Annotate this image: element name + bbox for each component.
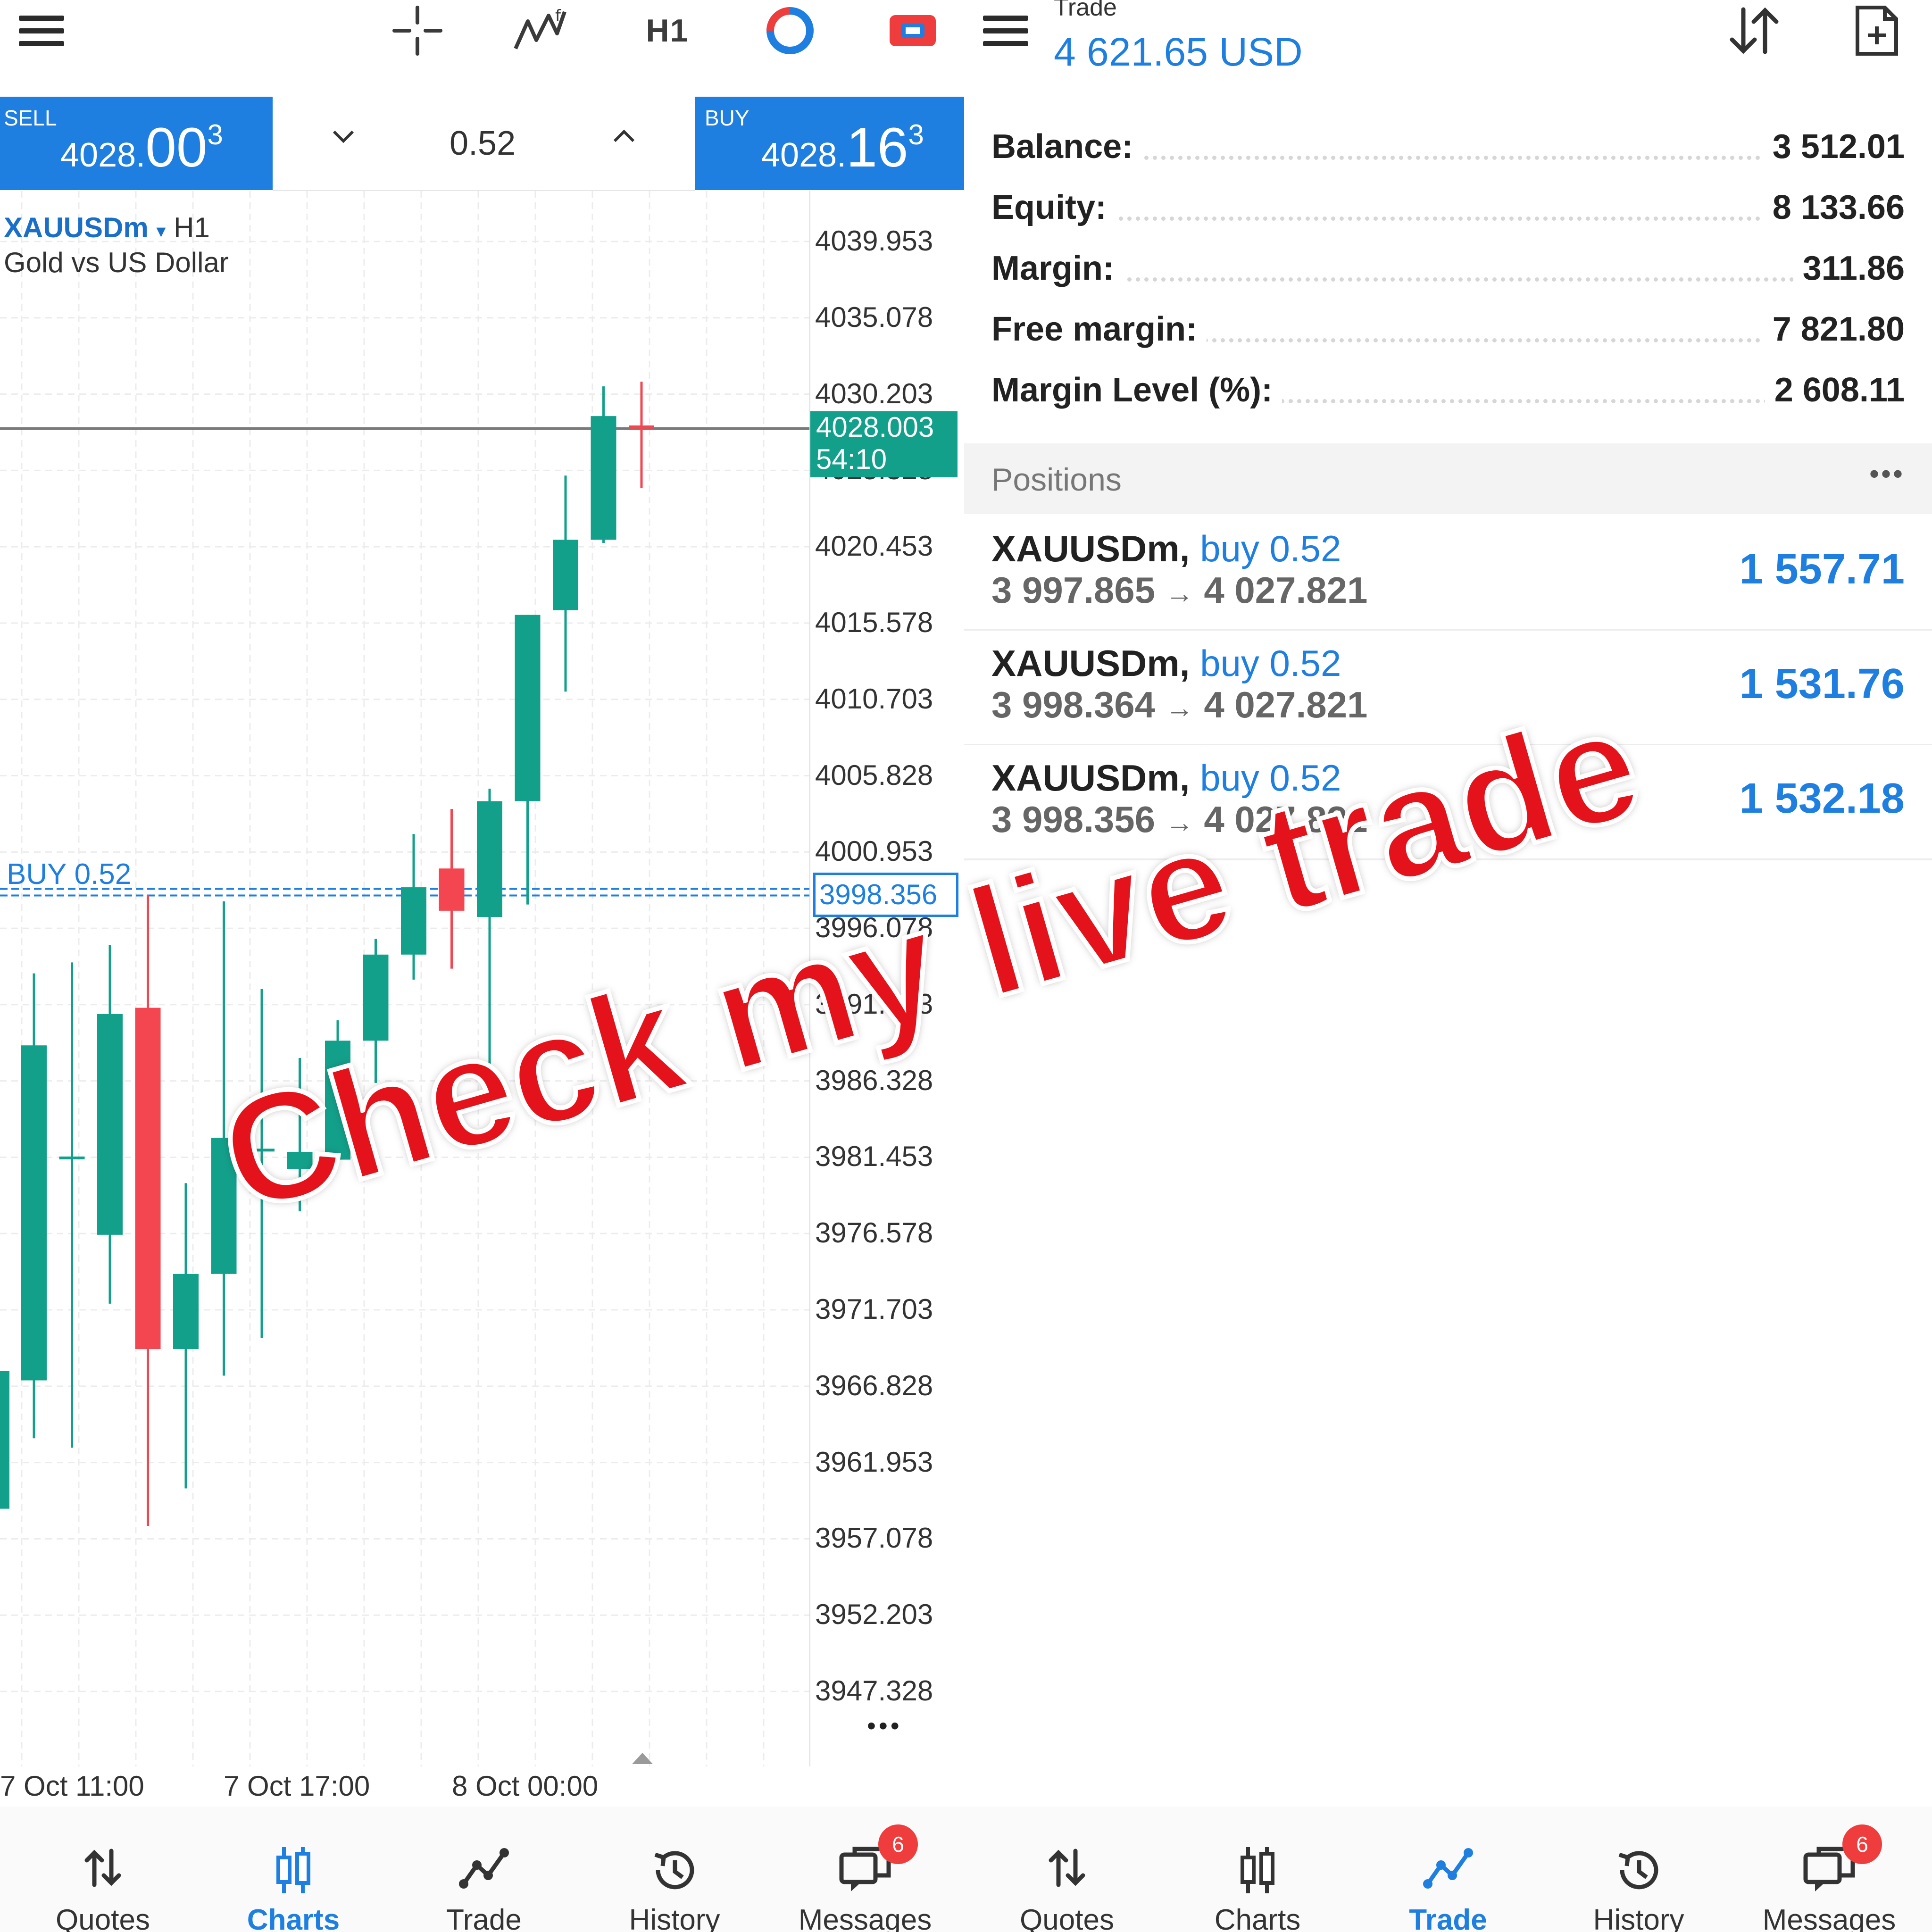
- price-axis-label: 3957.078: [815, 1522, 933, 1554]
- time-label: 8 Oct 00:00: [452, 1770, 599, 1802]
- account-margin-level: Margin Level (%): 2 608.11: [991, 371, 1905, 409]
- account-balance: Balance: 3 512.01: [991, 127, 1905, 166]
- current-price: 4028.003: [816, 411, 934, 443]
- price-axis-label: 4039.953: [815, 225, 933, 257]
- bullish-candle: [477, 801, 502, 917]
- svg-text:f: f: [555, 7, 561, 25]
- symbol-name: XAUUSDm: [4, 212, 149, 243]
- indicators-icon[interactable]: f: [509, 7, 571, 52]
- bearish-candle: [135, 1008, 161, 1349]
- nav-trade[interactable]: Trade: [413, 1807, 555, 1932]
- volume-decrease-icon[interactable]: [329, 122, 358, 153]
- new-order-icon[interactable]: [882, 9, 943, 52]
- bullish-candle: [515, 615, 541, 801]
- nav-quotes[interactable]: Quotes: [996, 1807, 1138, 1932]
- nav-charts[interactable]: Charts: [223, 1807, 364, 1932]
- price-axis-label: 4010.703: [815, 683, 933, 715]
- bullish-candle: [591, 416, 616, 540]
- buy-button[interactable]: BUY 4028.163: [695, 97, 964, 190]
- bearish-candle: [629, 425, 654, 429]
- sort-icon[interactable]: [1724, 5, 1785, 59]
- price-axis-label: 3971.703: [815, 1293, 933, 1325]
- chart-colors-icon[interactable]: [759, 7, 821, 54]
- new-order-icon[interactable]: [1851, 4, 1903, 60]
- bullish-candle: [21, 1045, 47, 1381]
- menu-icon[interactable]: [19, 9, 64, 52]
- volume-value[interactable]: 0.52: [450, 124, 516, 163]
- nav-messages[interactable]: 6 Messages: [1758, 1807, 1900, 1932]
- nav-charts[interactable]: Charts: [1187, 1807, 1328, 1932]
- bullish-candle: [173, 1274, 199, 1349]
- price-axis-label: 3966.828: [815, 1369, 933, 1401]
- trade-icon: [1377, 1844, 1519, 1896]
- positions-more-icon[interactable]: •••: [1869, 458, 1905, 490]
- crosshair-icon[interactable]: [387, 6, 448, 56]
- price-axis-label: 4015.578: [815, 606, 933, 638]
- position-profit: 1 532.18: [1739, 775, 1905, 822]
- nav-trade[interactable]: Trade: [1377, 1807, 1519, 1932]
- price-axis-label: 4020.453: [815, 530, 933, 562]
- price-axis-label: 3947.328: [815, 1675, 933, 1707]
- timeframe-button[interactable]: H1: [637, 9, 698, 52]
- bearish-candle: [439, 868, 465, 911]
- position-profit: 1 557.71: [1739, 546, 1905, 593]
- nav-messages[interactable]: 6 Messages: [794, 1807, 936, 1932]
- symbol-dropdown-icon: ▾: [156, 221, 166, 242]
- account-total: 4 621.65 USD: [1054, 30, 1303, 74]
- scroll-up-arrow-icon[interactable]: [632, 1753, 653, 1764]
- current-price-tag: 4028.003 54:10: [810, 411, 958, 477]
- quotes-icon: [32, 1844, 174, 1896]
- nav-history[interactable]: History: [604, 1807, 745, 1932]
- account-margin: Margin: 311.86: [991, 249, 1905, 288]
- position-profit: 1 531.76: [1739, 660, 1905, 708]
- bar-countdown: 54:10: [816, 443, 887, 475]
- charts-icon: [1187, 1844, 1328, 1896]
- bottom-navigation: Quotes Charts Trade History 6 Messages: [964, 1807, 1932, 1932]
- bottom-navigation: Quotes Charts Trade History 6 Messages: [0, 1807, 964, 1932]
- nav-quotes[interactable]: Quotes: [32, 1807, 174, 1932]
- bullish-candle: [401, 887, 426, 955]
- time-label: 7 Oct 11:00: [0, 1770, 144, 1802]
- screen-title: Trade: [1054, 0, 1117, 21]
- price-axis-label: 4035.078: [815, 301, 933, 333]
- bullish-candle: [553, 540, 578, 610]
- position-line-label[interactable]: BUY 0.52: [7, 858, 131, 891]
- chart-symbol-title[interactable]: XAUUSDm ▾ H1: [4, 211, 210, 244]
- time-label: 7 Oct 17:00: [224, 1770, 370, 1802]
- position-row[interactable]: XAUUSDm, buy 0.52 3 997.865 → 4 027.821 …: [964, 516, 1932, 631]
- positions-title: Positions: [991, 462, 1122, 498]
- sell-button[interactable]: SELL 4028.003: [0, 97, 273, 190]
- charts-icon: [223, 1844, 364, 1896]
- bullish-candle: [59, 1156, 85, 1159]
- symbol-timeframe: H1: [174, 212, 210, 243]
- volume-increase-icon[interactable]: [610, 122, 638, 153]
- nav-history[interactable]: History: [1568, 1807, 1709, 1932]
- price-axis-label: 4030.203: [815, 377, 933, 409]
- account-equity: Equity: 8 133.66: [991, 188, 1905, 227]
- messages-badge: 6: [1842, 1824, 1882, 1864]
- price-axis-label: 3952.203: [815, 1599, 933, 1631]
- history-icon: [1568, 1844, 1709, 1896]
- quotes-icon: [996, 1844, 1138, 1896]
- positions-header: Positions •••: [964, 443, 1932, 514]
- bullish-candle: [97, 1014, 123, 1235]
- price-axis-label: 3961.953: [815, 1446, 933, 1478]
- symbol-description: Gold vs US Dollar: [4, 247, 229, 278]
- price-axis-label: 4005.828: [815, 759, 933, 791]
- history-icon: [604, 1844, 745, 1896]
- bullish-candle: [0, 1371, 9, 1509]
- messages-badge: 6: [878, 1824, 918, 1864]
- account-free-margin: Free margin: 7 821.80: [991, 310, 1905, 349]
- trade-icon: [413, 1844, 555, 1896]
- price-axis-label: 4000.953: [815, 835, 933, 867]
- menu-icon[interactable]: [983, 9, 1028, 52]
- volume-control: 0.52: [273, 97, 695, 191]
- price-axis-label: 3976.578: [815, 1217, 933, 1249]
- chart-more-icon[interactable]: •••: [867, 1711, 902, 1740]
- price-axis-label: 3981.453: [815, 1141, 933, 1173]
